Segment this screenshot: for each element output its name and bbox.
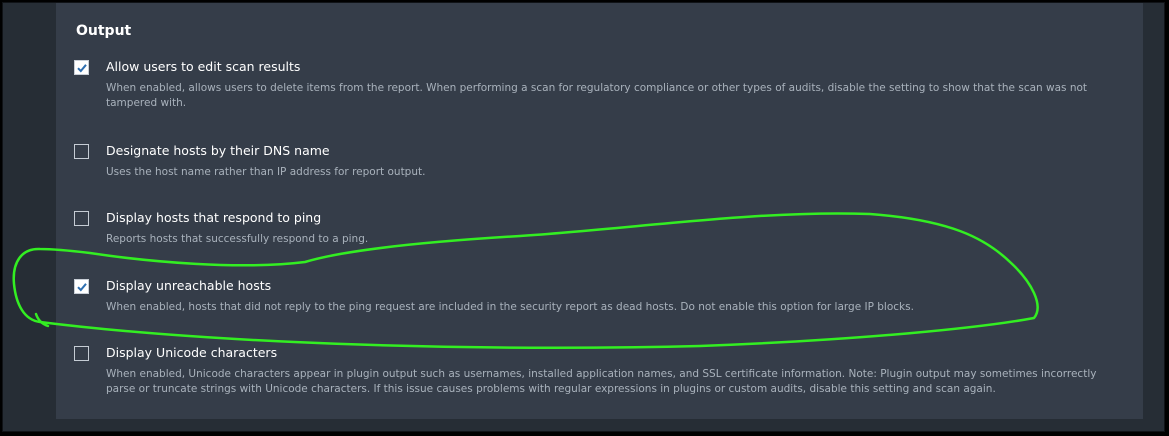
- check-icon: [77, 64, 87, 73]
- option-description: When enabled, hosts that did not reply t…: [106, 301, 914, 313]
- option-label[interactable]: Display Unicode characters: [106, 345, 277, 360]
- output-settings-panel: Output Allow users to edit scan results …: [56, 3, 1143, 419]
- option-description: When enabled, allows users to delete ite…: [106, 82, 1088, 109]
- section-title: Output: [76, 23, 132, 39]
- check-icon: [77, 283, 87, 292]
- display-ping-hosts-checkbox[interactable]: [74, 211, 89, 226]
- option-label[interactable]: Display unreachable hosts: [106, 278, 271, 293]
- display-unreachable-checkbox[interactable]: [74, 279, 89, 294]
- display-unicode-checkbox[interactable]: [74, 346, 89, 361]
- option-label[interactable]: Allow users to edit scan results: [106, 59, 300, 74]
- option-description: Reports hosts that successfully respond …: [106, 233, 369, 245]
- designate-dns-checkbox[interactable]: [74, 144, 89, 159]
- allow-edit-checkbox[interactable]: [74, 60, 89, 75]
- option-label[interactable]: Display hosts that respond to ping: [106, 210, 321, 225]
- option-description: Uses the host name rather than IP addres…: [106, 166, 426, 178]
- option-description: When enabled, Unicode characters appear …: [106, 368, 1097, 395]
- option-label[interactable]: Designate hosts by their DNS name: [106, 143, 330, 158]
- screenshot-frame: Output Allow users to edit scan results …: [2, 2, 1165, 432]
